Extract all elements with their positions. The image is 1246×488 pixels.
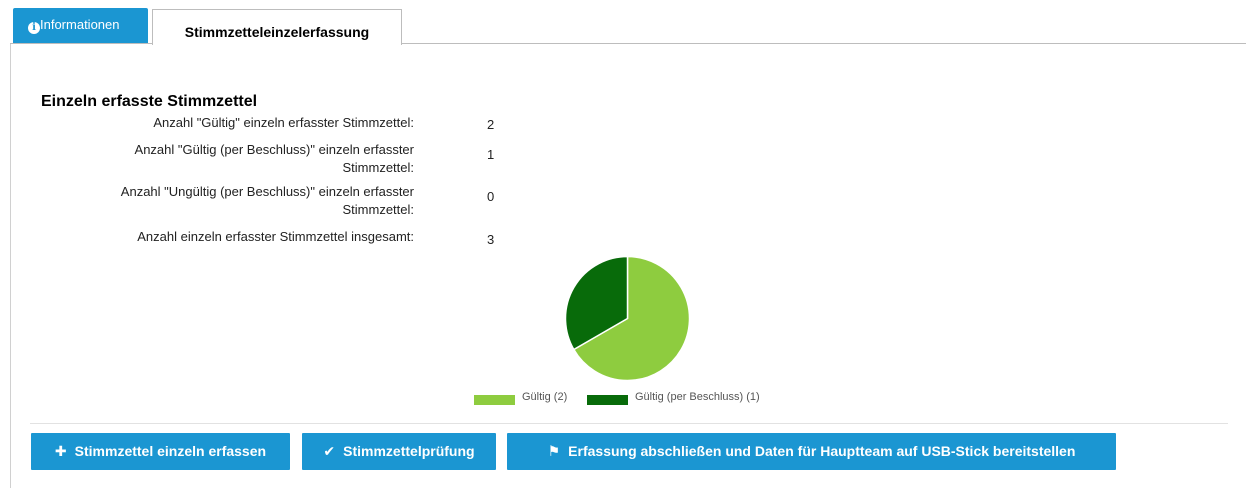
ballot-check-button[interactable]: ✔ Stimmzettelprüfung: [302, 433, 496, 470]
legend-label-valid: Gültig (2): [522, 391, 568, 403]
ballot-check-button-label: Stimmzettelprüfung: [343, 443, 475, 459]
count-valid-resolution-label: Anzahl "Gültig (per Beschluss)" einzeln …: [44, 141, 414, 177]
tab-bar: i Informationen Stimmzetteleinzelerfassun…: [0, 0, 1246, 45]
count-total-label: Anzahl einzeln erfasster Stimmzettel ins…: [44, 228, 414, 246]
divider: [30, 423, 1228, 424]
tab-informationen-label: Informationen: [40, 17, 120, 32]
add-ballot-button-label: Stimmzettel einzeln erfassen: [74, 443, 267, 459]
add-ballot-button[interactable]: ✚ Stimmzettel einzeln erfassen: [31, 433, 290, 470]
count-valid-resolution-label-line2: Stimmzettel:: [342, 160, 414, 175]
legend-label-valid-resolution: Gültig (per Beschluss) (1): [635, 391, 760, 403]
ballot-pie-chart: [565, 256, 690, 381]
finish-export-usb-button[interactable]: ⚑ Erfassung abschließen und Daten für Hau…: [507, 433, 1116, 470]
count-invalid-resolution-label-line1: Anzahl "Ungültig (per Beschluss)" einzel…: [120, 184, 414, 199]
count-invalid-resolution-label: Anzahl "Ungültig (per Beschluss)" einzel…: [44, 183, 414, 219]
count-valid-resolution-value: 1: [487, 147, 495, 162]
count-valid-resolution-label-line1: Anzahl "Gültig (per Beschluss)" einzeln …: [134, 142, 414, 157]
legend-swatch-valid: [474, 395, 515, 405]
finish-export-usb-button-label: Erfassung abschließen und Daten für Haup…: [568, 443, 1076, 459]
info-circle-icon: i: [28, 22, 40, 34]
count-valid-value: 2: [487, 117, 495, 132]
count-valid-label: Anzahl "Gültig" einzeln erfasster Stimmz…: [44, 114, 414, 132]
count-valid-label-line1: Anzahl "Gültig" einzeln erfasster Stimmz…: [153, 115, 414, 130]
count-invalid-resolution-label-line2: Stimmzettel:: [342, 202, 414, 217]
count-total-label-line1: Anzahl einzeln erfasster Stimmzettel ins…: [137, 229, 414, 244]
count-total-value: 3: [487, 232, 495, 247]
section-title: Einzeln erfasste Stimmzettel: [41, 93, 258, 110]
tab-stimmzetteleinzelerfassung-label: Stimmzetteleinzelerfassung: [184, 24, 370, 40]
count-invalid-resolution-value: 0: [487, 189, 495, 204]
tab-stimmzetteleinzelerfassung[interactable]: Stimmzetteleinzelerfassung: [152, 9, 402, 45]
check-icon: ✔: [323, 443, 336, 459]
plus-icon: ✚: [54, 443, 67, 459]
tab-informationen[interactable]: i Informationen: [13, 8, 148, 43]
legend-swatch-valid-resolution: [587, 395, 628, 405]
flag-icon: ⚑: [547, 443, 561, 459]
